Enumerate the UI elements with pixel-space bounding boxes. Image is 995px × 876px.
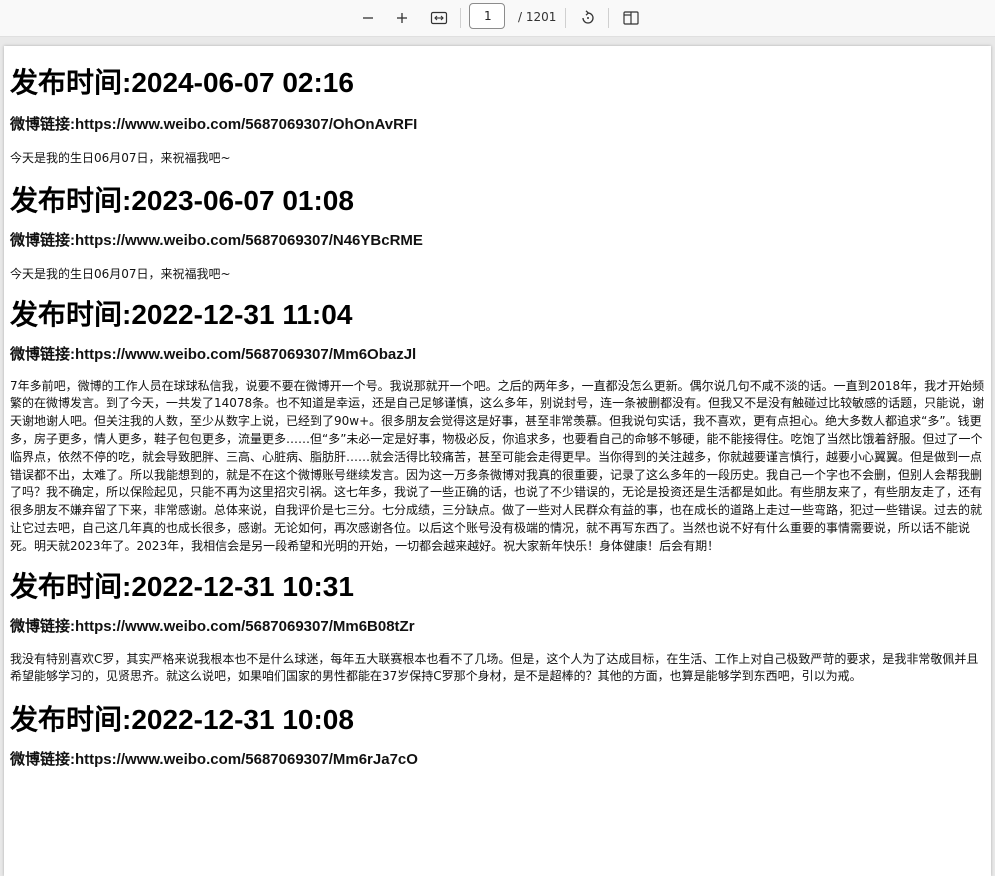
zoom-in-button[interactable] — [388, 4, 416, 32]
toolbar-divider — [565, 8, 566, 28]
post-text: 今天是我的生日06月07日，来祝福我吧~ — [10, 151, 231, 165]
fit-width-button[interactable] — [425, 4, 453, 32]
page-total-label: / 1201 — [518, 10, 557, 24]
page-number-input[interactable] — [469, 3, 505, 29]
post-link: 微博链接:https://www.weibo.com/5687069307/Mm… — [10, 751, 418, 769]
rotate-icon — [582, 10, 594, 24]
pdf-page: 发布时间:2024-06-07 02:16 微博链接:https://www.w… — [4, 46, 991, 876]
post-text: 我没有特别喜欢C罗，其实严格来说我根本也不是什么球迷，每年五大联赛根本也看不了几… — [10, 651, 979, 684]
fit-width-icon — [430, 11, 448, 25]
post-link: 微博链接:https://www.weibo.com/5687069307/Mm… — [10, 345, 417, 363]
toolbar-divider — [608, 8, 609, 28]
toolbar-divider — [460, 8, 461, 28]
post-text: 今天是我的生日06月07日，来祝福我吧~ — [10, 266, 231, 281]
post-time-heading: 发布时间:2023-06-07 01:08 — [10, 184, 354, 216]
rotate-button[interactable] — [574, 4, 602, 32]
zoom-out-button[interactable] — [354, 4, 382, 32]
pdf-toolbar: / 1201 — [0, 0, 995, 37]
post-link: 微博链接:https://www.weibo.com/5687069307/N4… — [10, 231, 423, 249]
plus-icon — [397, 13, 407, 23]
post-time-heading: 发布时间:2024-06-07 02:16 — [10, 67, 354, 98]
post-time-heading: 发布时间:2022-12-31 11:04 — [10, 298, 353, 330]
post-text: 7年多前吧，微博的工作人员在球球私信我，说要不要在微博开一个号。我说那就开一个吧… — [10, 378, 985, 553]
post-link: 微博链接:https://www.weibo.com/5687069307/Oh… — [10, 116, 418, 133]
minus-icon — [363, 17, 373, 19]
post-time-heading: 发布时间:2022-12-31 10:08 — [10, 704, 354, 736]
post-time-heading: 发布时间:2022-12-31 10:31 — [10, 570, 354, 602]
two-page-icon — [623, 11, 639, 25]
page-view-button[interactable] — [617, 4, 645, 32]
post-link: 微博链接:https://www.weibo.com/5687069307/Mm… — [10, 617, 415, 635]
